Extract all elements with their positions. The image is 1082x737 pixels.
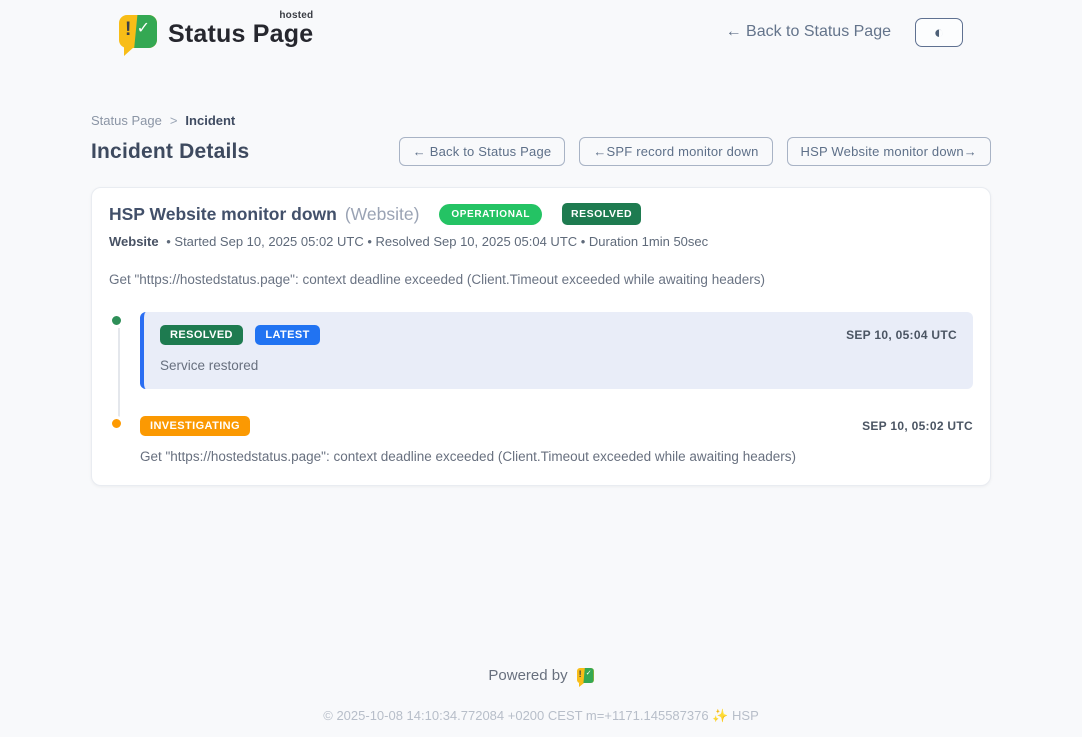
back-to-status-page-button[interactable]: ← Back to Status Page bbox=[399, 137, 566, 166]
investigating-update-message: Get "https://hostedstatus.page": context… bbox=[140, 449, 973, 464]
status-page-logo-icon: ! ✓ bbox=[119, 15, 157, 48]
brand-logo-link[interactable]: ! ✓ Status Page hosted bbox=[119, 15, 313, 49]
logo-bubble: ! ✓ bbox=[119, 15, 157, 48]
logo-bubble: ! ✓ bbox=[577, 668, 594, 683]
copyright-line: © 2025-10-08 14:10:34.772084 +0200 CEST … bbox=[0, 708, 1082, 724]
timeline-investigating-badge: INVESTIGATING bbox=[140, 416, 250, 436]
exclamation-icon: ! bbox=[579, 669, 582, 679]
breadcrumb: Status Page > Incident bbox=[91, 113, 991, 128]
brand-superscript: hosted bbox=[279, 10, 313, 22]
incident-meta-details: • Started Sep 10, 2025 05:02 UTC • Resol… bbox=[166, 234, 708, 249]
incident-title-row: HSP Website monitor down (Website) OPERA… bbox=[109, 203, 973, 225]
exclamation-icon: ! bbox=[125, 19, 131, 41]
incident-component: (Website) bbox=[345, 204, 420, 225]
incident-nav-buttons: ← Back to Status Page ←SPF record monito… bbox=[399, 137, 991, 166]
sparkles-icon: ✨ bbox=[712, 708, 728, 723]
operational-status-badge: OPERATIONAL bbox=[439, 204, 542, 225]
copyright-brand: HSP bbox=[732, 708, 759, 723]
timeline-resolved-badge: RESOLVED bbox=[160, 325, 243, 345]
incident-meta: Website • Started Sep 10, 2025 05:02 UTC… bbox=[109, 234, 973, 249]
powered-by-link[interactable]: Powered by ! ✓ bbox=[488, 667, 593, 684]
investigating-dot-icon bbox=[109, 416, 124, 431]
timeline-marker-column bbox=[109, 312, 130, 389]
main-content: Status Page > Incident Incident Details … bbox=[91, 113, 991, 486]
checkmark-icon: ✓ bbox=[586, 669, 592, 677]
powered-by-label: Powered by bbox=[488, 667, 567, 684]
title-row: Incident Details ← Back to Status Page ←… bbox=[91, 137, 991, 166]
resolved-status-badge: RESOLVED bbox=[562, 203, 641, 225]
incident-card: HSP Website monitor down (Website) OPERA… bbox=[91, 187, 991, 486]
half-circle-contrast-icon: ◐ bbox=[934, 24, 944, 41]
investigating-update-content: INVESTIGATING SEP 10, 05:02 UTC Get "htt… bbox=[140, 415, 973, 464]
resolved-update-header: RESOLVED LATEST SEP 10, 05:04 UTC bbox=[160, 325, 957, 345]
investigating-update-timestamp: SEP 10, 05:02 UTC bbox=[862, 419, 973, 433]
resolved-update-badges: RESOLVED LATEST bbox=[160, 325, 320, 345]
breadcrumb-separator: > bbox=[170, 113, 178, 128]
next-incident-button[interactable]: HSP Website monitor down→ bbox=[787, 137, 991, 166]
breadcrumb-incident: Incident bbox=[185, 113, 235, 128]
incident-title: HSP Website monitor down bbox=[109, 204, 337, 225]
resolved-dot-icon bbox=[109, 313, 124, 328]
incident-description: Get "https://hostedstatus.page": context… bbox=[109, 272, 973, 287]
brand-name-text: Status Page bbox=[168, 20, 313, 48]
incident-meta-component: Website bbox=[109, 234, 159, 249]
logo-speech-tail bbox=[579, 683, 584, 687]
prev-incident-button[interactable]: ←SPF record monitor down bbox=[579, 137, 772, 166]
timeline-entry-resolved: RESOLVED LATEST SEP 10, 05:04 UTC Servic… bbox=[109, 312, 973, 389]
footer-status-page-logo-icon: ! ✓ bbox=[577, 668, 594, 683]
header-actions: ← Back to Status Page ◐ bbox=[726, 18, 963, 47]
footer: Powered by ! ✓ © 2025-10-08 14:10:34.772… bbox=[0, 667, 1082, 724]
resolved-update-timestamp: SEP 10, 05:04 UTC bbox=[846, 328, 957, 342]
theme-toggle-button[interactable]: ◐ bbox=[915, 18, 963, 47]
copyright-text: © 2025-10-08 14:10:34.772084 +0200 CEST … bbox=[323, 708, 708, 723]
header: ! ✓ Status Page hosted ← Back to Status … bbox=[91, 0, 991, 49]
header-back-to-status-page-link[interactable]: ← Back to Status Page bbox=[726, 23, 891, 41]
timeline-latest-badge: LATEST bbox=[255, 325, 319, 345]
resolved-update-panel: RESOLVED LATEST SEP 10, 05:04 UTC Servic… bbox=[140, 312, 973, 389]
resolved-update-message: Service restored bbox=[160, 358, 957, 373]
page-title: Incident Details bbox=[91, 140, 249, 164]
timeline-marker-column bbox=[109, 415, 130, 464]
incident-timeline: RESOLVED LATEST SEP 10, 05:04 UTC Servic… bbox=[109, 312, 973, 464]
investigating-update-header: INVESTIGATING SEP 10, 05:02 UTC bbox=[140, 416, 973, 436]
checkmark-icon: ✓ bbox=[137, 18, 150, 38]
logo-speech-tail bbox=[124, 47, 134, 56]
breadcrumb-status-page[interactable]: Status Page bbox=[91, 113, 162, 128]
timeline-entry-investigating: INVESTIGATING SEP 10, 05:02 UTC Get "htt… bbox=[109, 415, 973, 464]
brand-name: Status Page hosted bbox=[168, 19, 313, 49]
